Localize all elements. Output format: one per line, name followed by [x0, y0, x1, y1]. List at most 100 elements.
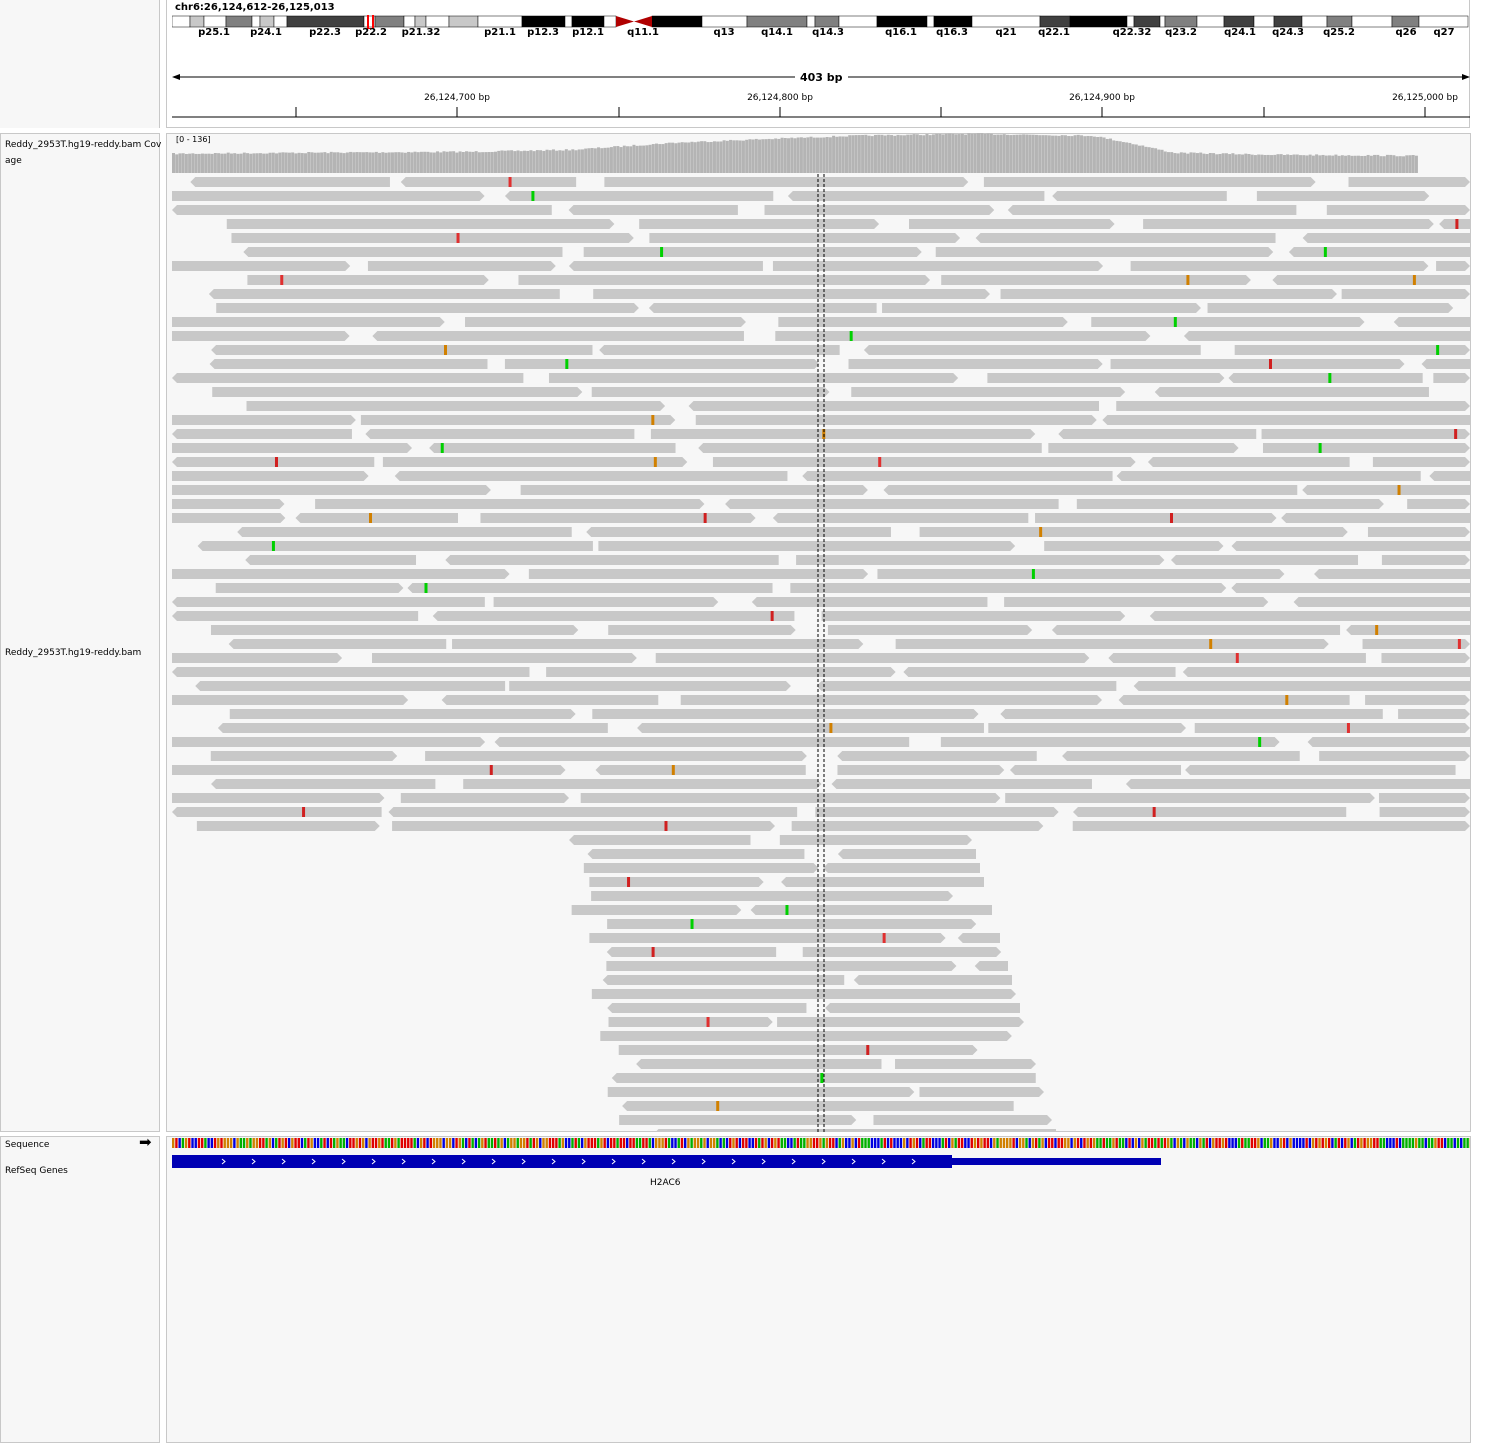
base [703, 1138, 706, 1148]
base [1299, 1138, 1302, 1148]
coverage-bar [1005, 134, 1009, 173]
coverage-bar [1028, 134, 1032, 173]
strand-arrow-icon[interactable]: ➡ [139, 1135, 152, 1150]
coverage-bar [506, 150, 510, 173]
coverage-bar [661, 144, 665, 173]
base [767, 1138, 771, 1148]
read [1000, 709, 1383, 719]
coverage-bar [1044, 135, 1048, 173]
base [548, 1138, 552, 1148]
base [1418, 1138, 1421, 1148]
base [925, 1138, 928, 1148]
base [651, 1138, 655, 1148]
base [642, 1138, 645, 1148]
read [607, 919, 977, 929]
read [1058, 429, 1257, 439]
base [1286, 1138, 1289, 1148]
mismatch-marker [369, 513, 373, 523]
coverage-bar [561, 150, 565, 173]
coverage-bar [361, 152, 365, 173]
ideogram-band-25 [876, 15, 928, 28]
base [1270, 1138, 1273, 1148]
coverage-bar [333, 152, 336, 173]
base [1376, 1138, 1379, 1148]
coverage-bar [944, 133, 948, 173]
base [487, 1138, 490, 1148]
coverage-bar [574, 150, 578, 173]
base [922, 1138, 925, 1148]
base [1292, 1138, 1295, 1148]
coverage-bar [271, 152, 275, 173]
read [1348, 177, 1470, 187]
base [197, 1138, 201, 1148]
coverage-bar [935, 133, 939, 173]
mismatch-marker [1152, 807, 1156, 817]
mismatch-marker [1397, 485, 1401, 495]
read [1231, 583, 1470, 593]
sequence-track-name[interactable]: Sequence [5, 1140, 49, 1150]
coverage-histogram[interactable] [172, 133, 1470, 173]
base [1402, 1138, 1405, 1148]
coverage-bar [1379, 156, 1383, 173]
base [790, 1138, 793, 1148]
base [1414, 1138, 1418, 1148]
coverage-bar [458, 151, 462, 173]
mismatch-marker [1039, 527, 1043, 537]
base [481, 1138, 484, 1148]
base [1385, 1138, 1389, 1148]
read [247, 275, 489, 285]
coverage-track-name[interactable]: Reddy_2953T.hg19-reddy.bam Cov [5, 140, 161, 150]
base [677, 1138, 680, 1148]
read [1182, 667, 1470, 677]
base [896, 1138, 899, 1148]
read [400, 793, 570, 803]
coverage-bar [1199, 152, 1203, 173]
base [278, 1138, 281, 1148]
base [638, 1138, 642, 1148]
sequence-track[interactable] [172, 1138, 1470, 1148]
coverage-bar [600, 148, 604, 173]
coverage-bar [1002, 134, 1006, 173]
coverage-bar [780, 137, 784, 173]
coverage-bar [307, 152, 311, 173]
read [619, 1115, 857, 1125]
refseq-gene-feature[interactable] [172, 1154, 1470, 1170]
ruler-ticks[interactable] [172, 106, 1472, 118]
base [407, 1138, 410, 1148]
base [1334, 1138, 1337, 1148]
name-panel-features [0, 1136, 160, 1443]
read [217, 723, 608, 733]
alignment-reads[interactable] [172, 174, 1470, 1132]
base [310, 1138, 313, 1148]
coverage-bar [696, 141, 700, 173]
read [606, 947, 777, 957]
mismatch-marker [651, 415, 655, 425]
coverage-bar [796, 137, 800, 173]
coverage-bar [989, 133, 993, 173]
read [211, 779, 436, 789]
read [172, 373, 524, 383]
coverage-bar [291, 152, 295, 173]
base [342, 1138, 346, 1148]
base [184, 1138, 188, 1148]
coverage-bar [1041, 135, 1045, 173]
base [378, 1138, 381, 1148]
coverage-bar [1138, 145, 1141, 173]
coverage-bar [1405, 155, 1409, 173]
ideogram-band-26 [926, 15, 935, 28]
alignment-track-name[interactable]: Reddy_2953T.hg19-reddy.bam [5, 648, 141, 658]
refseq-track-name[interactable]: RefSeq Genes [5, 1166, 68, 1176]
coverage-bar [242, 152, 246, 173]
base [246, 1138, 249, 1148]
coverage-bar [500, 150, 504, 173]
mismatch-marker [1268, 359, 1272, 369]
gene-exon [172, 1155, 952, 1168]
ideogram-band-label: p22.2 [355, 27, 387, 38]
base [1241, 1138, 1244, 1148]
coverage-bar [1224, 153, 1228, 173]
read [987, 373, 1225, 383]
base [600, 1138, 603, 1148]
coverage-bar [886, 134, 890, 173]
base [1157, 1138, 1160, 1148]
read [172, 793, 385, 803]
